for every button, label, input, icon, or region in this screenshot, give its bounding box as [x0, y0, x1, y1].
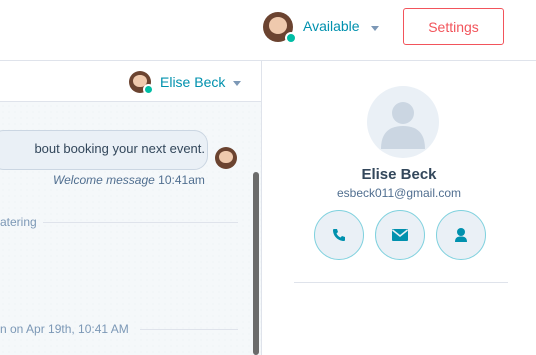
- view-profile-button[interactable]: [436, 210, 486, 260]
- top-bar: Available Settings: [0, 0, 536, 61]
- timeline-divider-line: [140, 329, 238, 330]
- chat-scrollbar[interactable]: [253, 172, 259, 355]
- timeline-divider-line: [43, 222, 238, 223]
- online-status-dot: [285, 32, 297, 44]
- contact-selector[interactable]: Elise Beck: [160, 74, 225, 90]
- contact-online-dot: [143, 84, 154, 95]
- chat-header: Elise Beck: [0, 61, 261, 102]
- availability-status[interactable]: Available: [303, 18, 360, 34]
- contact-section-divider: [294, 282, 508, 283]
- settings-button[interactable]: Settings: [403, 8, 504, 45]
- message-time: 10:41am: [158, 173, 205, 187]
- person-icon: [455, 228, 467, 242]
- call-button[interactable]: [314, 210, 364, 260]
- message-meta: Welcome message 10:41am: [53, 173, 205, 187]
- chevron-down-icon[interactable]: [371, 26, 379, 31]
- envelope-icon: [392, 229, 408, 241]
- timeline-divider-label: atering: [0, 215, 37, 229]
- message-text: bout booking your next event.: [34, 141, 205, 156]
- contact-email: esbeck011@gmail.com: [336, 186, 461, 200]
- message-sender-avatar: [215, 147, 237, 169]
- contact-avatar: [367, 86, 439, 158]
- phone-icon: [333, 229, 345, 241]
- message-label: Welcome message: [53, 173, 155, 187]
- person-placeholder-icon: [381, 102, 425, 149]
- chevron-down-icon[interactable]: [233, 81, 241, 86]
- email-button[interactable]: [375, 210, 425, 260]
- chat-pane: Elise Beck: [0, 61, 262, 355]
- contact-name: Elise Beck: [361, 166, 437, 183]
- timeline-divider-label: n on Apr 19th, 10:41 AM: [0, 322, 129, 336]
